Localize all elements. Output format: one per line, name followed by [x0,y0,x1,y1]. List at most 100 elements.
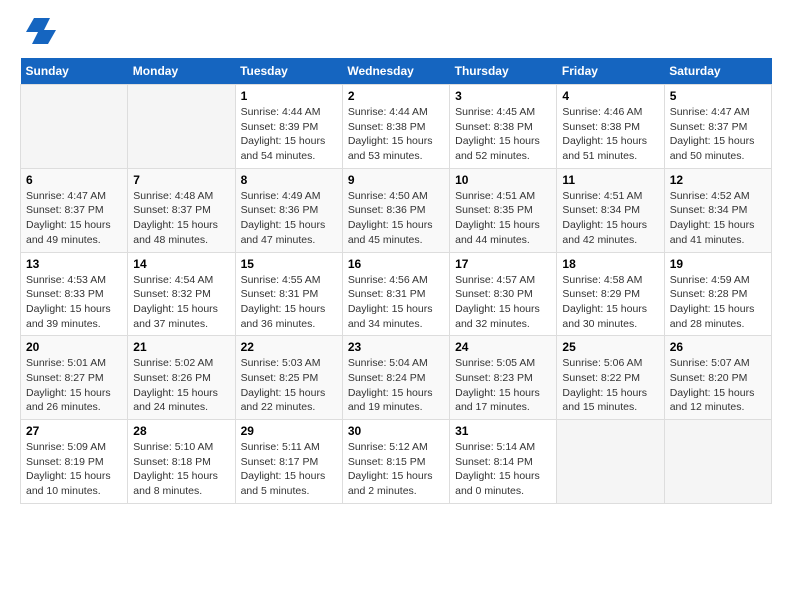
day-info: Sunrise: 4:47 AMSunset: 8:37 PMDaylight:… [26,189,122,248]
calendar-cell: 15 Sunrise: 4:55 AMSunset: 8:31 PMDayligh… [235,252,342,336]
day-number: 13 [26,257,122,271]
calendar-cell: 18 Sunrise: 4:58 AMSunset: 8:29 PMDayligh… [557,252,664,336]
day-number: 10 [455,173,551,187]
day-number: 3 [455,89,551,103]
calendar-cell: 11 Sunrise: 4:51 AMSunset: 8:34 PMDayligh… [557,168,664,252]
weekday-header-friday: Friday [557,58,664,85]
day-number: 1 [241,89,337,103]
day-number: 15 [241,257,337,271]
calendar-cell [664,420,771,504]
day-info: Sunrise: 5:03 AMSunset: 8:25 PMDaylight:… [241,356,337,415]
day-number: 21 [133,340,229,354]
day-number: 24 [455,340,551,354]
calendar-cell: 8Sunrise: 4:49 AMSunset: 8:36 PMDaylight… [235,168,342,252]
calendar-week-4: 20 Sunrise: 5:01 AMSunset: 8:27 PMDayligh… [21,336,772,420]
calendar-week-3: 13 Sunrise: 4:53 AMSunset: 8:33 PMDayligh… [21,252,772,336]
day-number: 4 [562,89,658,103]
day-number: 29 [241,424,337,438]
calendar-cell: 31 Sunrise: 5:14 AMSunset: 8:14 PMDayligh… [450,420,557,504]
day-info: Sunrise: 5:02 AMSunset: 8:26 PMDaylight:… [133,356,229,415]
day-number: 18 [562,257,658,271]
weekday-header-tuesday: Tuesday [235,58,342,85]
day-info: Sunrise: 4:58 AMSunset: 8:29 PMDaylight:… [562,273,658,332]
day-info: Sunrise: 5:12 AMSunset: 8:15 PMDaylight:… [348,440,444,499]
day-info: Sunrise: 5:09 AMSunset: 8:19 PMDaylight:… [26,440,122,499]
day-info: Sunrise: 4:51 AMSunset: 8:34 PMDaylight:… [562,189,658,248]
day-info: Sunrise: 4:49 AMSunset: 8:36 PMDaylight:… [241,189,337,248]
day-info: Sunrise: 4:57 AMSunset: 8:30 PMDaylight:… [455,273,551,332]
calendar-week-2: 6 Sunrise: 4:47 AMSunset: 8:37 PMDaylight… [21,168,772,252]
weekday-header-wednesday: Wednesday [342,58,449,85]
calendar-cell: 22 Sunrise: 5:03 AMSunset: 8:25 PMDayligh… [235,336,342,420]
day-info: Sunrise: 4:54 AMSunset: 8:32 PMDaylight:… [133,273,229,332]
day-info: Sunrise: 4:44 AMSunset: 8:39 PMDaylight:… [241,105,337,164]
day-number: 17 [455,257,551,271]
day-number: 20 [26,340,122,354]
day-info: Sunrise: 5:01 AMSunset: 8:27 PMDaylight:… [26,356,122,415]
day-number: 30 [348,424,444,438]
calendar-cell: 26 Sunrise: 5:07 AMSunset: 8:20 PMDayligh… [664,336,771,420]
calendar-week-1: 1 Sunrise: 4:44 AMSunset: 8:39 PMDaylight… [21,85,772,169]
day-info: Sunrise: 4:46 AMSunset: 8:38 PMDaylight:… [562,105,658,164]
calendar-cell: 1 Sunrise: 4:44 AMSunset: 8:39 PMDaylight… [235,85,342,169]
day-number: 28 [133,424,229,438]
day-info: Sunrise: 4:59 AMSunset: 8:28 PMDaylight:… [670,273,766,332]
calendar-cell: 13 Sunrise: 4:53 AMSunset: 8:33 PMDayligh… [21,252,128,336]
day-info: Sunrise: 4:55 AMSunset: 8:31 PMDaylight:… [241,273,337,332]
calendar-cell: 20 Sunrise: 5:01 AMSunset: 8:27 PMDayligh… [21,336,128,420]
calendar-cell: 12 Sunrise: 4:52 AMSunset: 8:34 PMDayligh… [664,168,771,252]
day-number: 7 [133,173,229,187]
page-header [20,20,772,48]
day-info: Sunrise: 4:53 AMSunset: 8:33 PMDaylight:… [26,273,122,332]
day-info: Sunrise: 4:56 AMSunset: 8:31 PMDaylight:… [348,273,444,332]
calendar-cell: 25 Sunrise: 5:06 AMSunset: 8:22 PMDayligh… [557,336,664,420]
calendar-table: SundayMondayTuesdayWednesdayThursdayFrid… [20,58,772,504]
weekday-header-saturday: Saturday [664,58,771,85]
calendar-cell: 5 Sunrise: 4:47 AMSunset: 8:37 PMDaylight… [664,85,771,169]
weekday-header-thursday: Thursday [450,58,557,85]
day-number: 25 [562,340,658,354]
calendar-cell: 29 Sunrise: 5:11 AMSunset: 8:17 PMDayligh… [235,420,342,504]
day-number: 6 [26,173,122,187]
day-number: 31 [455,424,551,438]
weekday-header-monday: Monday [128,58,235,85]
day-info: Sunrise: 4:47 AMSunset: 8:37 PMDaylight:… [670,105,766,164]
calendar-week-5: 27 Sunrise: 5:09 AMSunset: 8:19 PMDayligh… [21,420,772,504]
day-number: 5 [670,89,766,103]
calendar-cell: 21 Sunrise: 5:02 AMSunset: 8:26 PMDayligh… [128,336,235,420]
calendar-cell: 24Sunrise: 5:05 AMSunset: 8:23 PMDayligh… [450,336,557,420]
calendar-cell: 23Sunrise: 5:04 AMSunset: 8:24 PMDayligh… [342,336,449,420]
day-number: 16 [348,257,444,271]
day-number: 9 [348,173,444,187]
day-info: Sunrise: 5:04 AMSunset: 8:24 PMDaylight:… [348,356,444,415]
day-number: 22 [241,340,337,354]
day-info: Sunrise: 4:48 AMSunset: 8:37 PMDaylight:… [133,189,229,248]
day-number: 11 [562,173,658,187]
calendar-cell: 19Sunrise: 4:59 AMSunset: 8:28 PMDayligh… [664,252,771,336]
day-info: Sunrise: 5:06 AMSunset: 8:22 PMDaylight:… [562,356,658,415]
calendar-header-row: SundayMondayTuesdayWednesdayThursdayFrid… [21,58,772,85]
day-number: 12 [670,173,766,187]
weekday-header-sunday: Sunday [21,58,128,85]
calendar-cell [21,85,128,169]
day-info: Sunrise: 5:07 AMSunset: 8:20 PMDaylight:… [670,356,766,415]
day-number: 2 [348,89,444,103]
day-number: 27 [26,424,122,438]
day-info: Sunrise: 4:50 AMSunset: 8:36 PMDaylight:… [348,189,444,248]
calendar-cell [128,85,235,169]
calendar-cell: 4 Sunrise: 4:46 AMSunset: 8:38 PMDaylight… [557,85,664,169]
calendar-cell: 30 Sunrise: 5:12 AMSunset: 8:15 PMDayligh… [342,420,449,504]
day-info: Sunrise: 5:14 AMSunset: 8:14 PMDaylight:… [455,440,551,499]
calendar-body: 1 Sunrise: 4:44 AMSunset: 8:39 PMDaylight… [21,85,772,504]
calendar-cell: 2Sunrise: 4:44 AMSunset: 8:38 PMDaylight… [342,85,449,169]
day-info: Sunrise: 5:10 AMSunset: 8:18 PMDaylight:… [133,440,229,499]
logo-icon [24,16,56,48]
day-info: Sunrise: 4:52 AMSunset: 8:34 PMDaylight:… [670,189,766,248]
calendar-cell: 9 Sunrise: 4:50 AMSunset: 8:36 PMDaylight… [342,168,449,252]
day-info: Sunrise: 5:11 AMSunset: 8:17 PMDaylight:… [241,440,337,499]
day-number: 26 [670,340,766,354]
calendar-cell: 16 Sunrise: 4:56 AMSunset: 8:31 PMDayligh… [342,252,449,336]
logo [20,20,56,48]
day-number: 14 [133,257,229,271]
day-info: Sunrise: 4:45 AMSunset: 8:38 PMDaylight:… [455,105,551,164]
